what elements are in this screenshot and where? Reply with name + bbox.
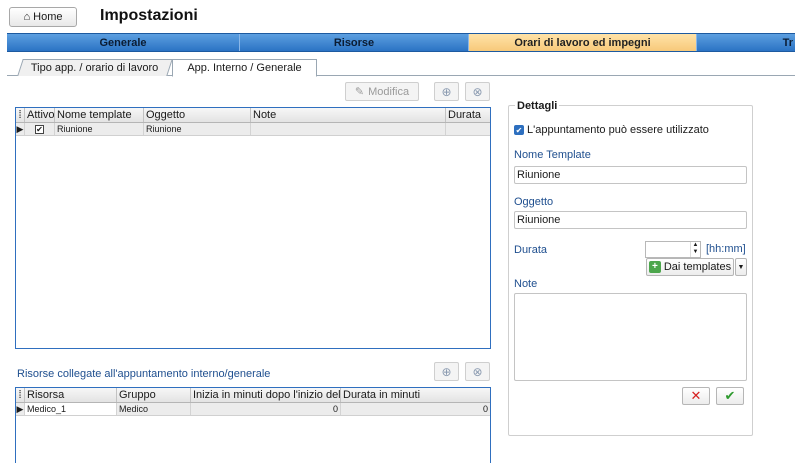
- usable-checkbox-row[interactable]: ✔ L'appuntamento può essere utilizzato: [514, 124, 709, 136]
- row-indicator-header: ⁞: [16, 388, 25, 402]
- add-template-icon: +: [648, 261, 661, 273]
- notes-label: Note: [514, 278, 538, 290]
- from-templates-label: Dai templates: [663, 261, 732, 273]
- col-durata-minuti[interactable]: Durata in minuti: [341, 388, 490, 402]
- usable-checkbox[interactable]: ✔: [514, 125, 524, 135]
- delete-row-button[interactable]: ⊗: [465, 82, 490, 101]
- col-oggetto[interactable]: Oggetto: [144, 108, 251, 122]
- home-button-label: Home: [33, 11, 63, 23]
- col-gruppo[interactable]: Gruppo: [117, 388, 191, 402]
- col-attivo[interactable]: Attivo: [25, 108, 55, 122]
- row-indicator-arrow-icon: ▶: [16, 123, 25, 135]
- pencil-icon: ✎: [354, 86, 365, 98]
- subtab-app-interno-generale[interactable]: App. Interno / Generale: [172, 59, 317, 77]
- sub-tab-bar: Tipo app. / orario di lavoro App. Intern…: [7, 58, 795, 77]
- tab-risorse[interactable]: Risorse: [240, 34, 469, 51]
- start-minutes-cell[interactable]: 0: [191, 403, 341, 415]
- resources-grid-header: ⁞ Risorsa Gruppo Inizia in minuti dopo l…: [16, 388, 490, 403]
- col-risorsa[interactable]: Risorsa: [25, 388, 117, 402]
- details-title: Dettagli: [515, 100, 560, 112]
- delete-resource-button[interactable]: ⊗: [465, 362, 490, 381]
- table-row[interactable]: ▶ Medico_1 Medico 0 0: [16, 403, 490, 416]
- row-indicator-header: ⁞: [16, 108, 25, 122]
- from-templates-button[interactable]: + Dai templates: [646, 258, 734, 276]
- home-icon: ⌂: [23, 11, 31, 23]
- page-title: Impostazioni: [100, 7, 198, 24]
- resources-section-label: Risorse collegate all'appuntamento inter…: [17, 368, 271, 380]
- row-attivo-checkbox[interactable]: ✔: [35, 124, 44, 134]
- subject-label: Oggetto: [514, 196, 554, 208]
- subtab-tipo-app-orario-label: Tipo app. / orario di lavoro: [31, 62, 159, 74]
- add-row-button[interactable]: ⊕: [434, 82, 459, 101]
- add-resource-button[interactable]: ⊕: [434, 362, 459, 381]
- spin-up-icon[interactable]: ▲: [693, 242, 699, 249]
- resource-cell[interactable]: Medico_1: [25, 403, 117, 415]
- row-oggetto-cell[interactable]: Riunione: [144, 123, 251, 135]
- tab-orari-lavoro-impegni[interactable]: Orari di lavoro ed impegni: [469, 34, 697, 51]
- table-row[interactable]: ▶ ✔ Riunione Riunione: [16, 123, 490, 136]
- duration-minutes-cell[interactable]: 0: [341, 403, 490, 415]
- confirm-button[interactable]: ✔: [716, 387, 744, 405]
- edit-button[interactable]: ✎ Modifica: [345, 82, 419, 101]
- duration-label: Durata: [514, 244, 548, 256]
- row-durata-cell[interactable]: [446, 123, 490, 135]
- delete-row-icon: ⊗: [472, 84, 483, 99]
- template-name-field[interactable]: Riunione: [514, 166, 747, 184]
- row-nome-cell[interactable]: Riunione: [55, 123, 144, 135]
- col-note[interactable]: Note: [251, 108, 446, 122]
- close-icon: ✕: [690, 388, 702, 403]
- spin-down-icon[interactable]: ▼: [693, 249, 699, 256]
- notes-textarea[interactable]: [514, 293, 747, 381]
- templates-grid: ⁞ Attivo Nome template Oggetto Note Dura…: [15, 107, 491, 349]
- check-icon: ✔: [724, 388, 736, 403]
- main-tab-bar: Generale Risorse Orari di lavoro ed impe…: [7, 33, 795, 52]
- templates-grid-header: ⁞ Attivo Nome template Oggetto Note Dura…: [16, 108, 490, 123]
- home-button[interactable]: ⌂ Home: [9, 7, 77, 27]
- chevron-down-icon: ▼: [737, 263, 745, 271]
- delete-resource-icon: ⊗: [472, 364, 483, 379]
- duration-stepper[interactable]: ▲ ▼: [645, 241, 701, 258]
- resources-grid: ⁞ Risorsa Gruppo Inizia in minuti dopo l…: [15, 387, 491, 463]
- add-resource-icon: ⊕: [441, 364, 452, 379]
- template-name-label: Nome Template: [514, 149, 591, 161]
- cancel-button[interactable]: ✕: [682, 387, 710, 405]
- add-row-icon: ⊕: [441, 84, 452, 99]
- col-inizio-minuti[interactable]: Inizia in minuti dopo l'inizio dell'a: [191, 388, 341, 402]
- row-note-cell[interactable]: [251, 123, 446, 135]
- row-indicator-arrow-icon: ▶: [16, 403, 25, 415]
- subject-field[interactable]: Riunione: [514, 211, 747, 229]
- usable-label: L'appuntamento può essere utilizzato: [527, 124, 709, 136]
- duration-unit: [hh:mm]: [706, 243, 746, 255]
- col-nome-template[interactable]: Nome template: [55, 108, 144, 122]
- subtab-tipo-app-orario[interactable]: Tipo app. / orario di lavoro: [17, 59, 173, 76]
- tab-tr[interactable]: Tr: [697, 34, 795, 51]
- templates-dropdown-button[interactable]: ▼: [735, 258, 747, 276]
- spinner-arrows[interactable]: ▲ ▼: [690, 242, 700, 257]
- col-durata[interactable]: Durata: [446, 108, 490, 122]
- tab-generale[interactable]: Generale: [7, 34, 240, 51]
- row-attivo-cell[interactable]: ✔: [25, 123, 55, 135]
- group-cell[interactable]: Medico: [117, 403, 191, 415]
- edit-button-label: Modifica: [368, 85, 410, 98]
